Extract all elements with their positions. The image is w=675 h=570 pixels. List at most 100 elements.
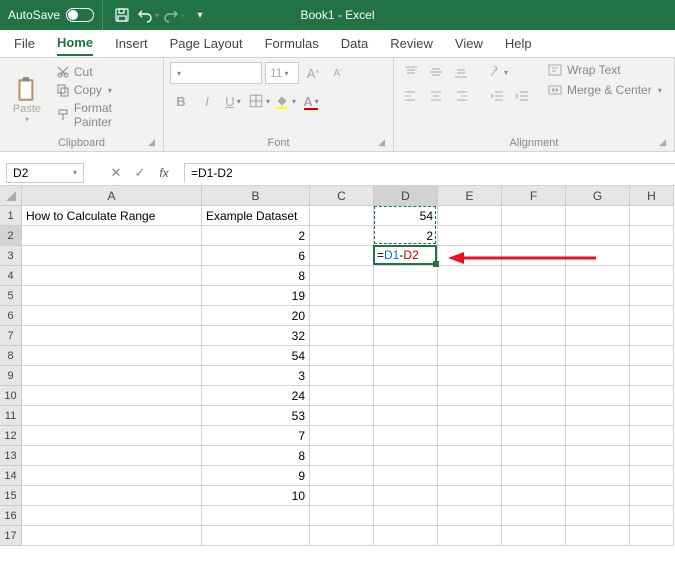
cell-G6[interactable]	[566, 306, 630, 326]
insert-function-button[interactable]: fx	[152, 163, 176, 183]
cell-B3[interactable]: 6	[202, 246, 310, 266]
row-header-14[interactable]: 14	[0, 466, 22, 486]
tab-formulas[interactable]: Formulas	[265, 32, 319, 55]
cell-F3[interactable]	[502, 246, 566, 266]
cell-C14[interactable]	[310, 466, 374, 486]
row-header-7[interactable]: 7	[0, 326, 22, 346]
tab-file[interactable]: File	[14, 32, 35, 55]
undo-icon[interactable]: ▾	[137, 4, 159, 26]
cell-F4[interactable]	[502, 266, 566, 286]
cell-G13[interactable]	[566, 446, 630, 466]
align-top-button[interactable]	[400, 62, 422, 82]
fill-color-button[interactable]: ▾	[274, 90, 296, 112]
bold-button[interactable]: B	[170, 90, 192, 112]
cell-C2[interactable]	[310, 226, 374, 246]
cell-D6[interactable]	[374, 306, 438, 326]
cell-E6[interactable]	[438, 306, 502, 326]
cell-C13[interactable]	[310, 446, 374, 466]
cell-C4[interactable]	[310, 266, 374, 286]
cell-F8[interactable]	[502, 346, 566, 366]
select-all-corner[interactable]	[0, 186, 22, 206]
cell-B2[interactable]: 2	[202, 226, 310, 246]
cell-F5[interactable]	[502, 286, 566, 306]
cell-A7[interactable]	[22, 326, 202, 346]
cell-D14[interactable]	[374, 466, 438, 486]
cell-D1[interactable]: 54	[374, 206, 438, 226]
cell-E5[interactable]	[438, 286, 502, 306]
cell-B10[interactable]: 24	[202, 386, 310, 406]
decrease-indent-button[interactable]	[486, 86, 508, 106]
cell-H1[interactable]	[630, 206, 674, 226]
cell-D13[interactable]	[374, 446, 438, 466]
row-header-17[interactable]: 17	[0, 526, 22, 546]
column-header-H[interactable]: H	[630, 186, 674, 206]
cell-G5[interactable]	[566, 286, 630, 306]
cell-C10[interactable]	[310, 386, 374, 406]
cell-H6[interactable]	[630, 306, 674, 326]
tab-view[interactable]: View	[455, 32, 483, 55]
column-header-B[interactable]: B	[202, 186, 310, 206]
cell-H2[interactable]	[630, 226, 674, 246]
cell-C3[interactable]	[310, 246, 374, 266]
cell-H4[interactable]	[630, 266, 674, 286]
cell-H13[interactable]	[630, 446, 674, 466]
cell-A8[interactable]	[22, 346, 202, 366]
cell-A16[interactable]	[22, 506, 202, 526]
align-center-button[interactable]	[425, 86, 447, 106]
cell-G16[interactable]	[566, 506, 630, 526]
cell-G11[interactable]	[566, 406, 630, 426]
cell-E1[interactable]	[438, 206, 502, 226]
cancel-button[interactable]: ✕	[104, 163, 128, 183]
cell-E8[interactable]	[438, 346, 502, 366]
cell-F10[interactable]	[502, 386, 566, 406]
cell-H17[interactable]	[630, 526, 674, 546]
cell-C1[interactable]	[310, 206, 374, 226]
row-header-13[interactable]: 13	[0, 446, 22, 466]
row-header-11[interactable]: 11	[0, 406, 22, 426]
cut-button[interactable]: Cut	[52, 64, 157, 80]
cell-A12[interactable]	[22, 426, 202, 446]
align-middle-button[interactable]	[425, 62, 447, 82]
cell-G17[interactable]	[566, 526, 630, 546]
cell-B15[interactable]: 10	[202, 486, 310, 506]
dialog-launcher-icon[interactable]: ◢	[378, 137, 385, 148]
paste-button[interactable]: Paste ▾	[6, 62, 48, 136]
cell-F11[interactable]	[502, 406, 566, 426]
cell-H3[interactable]	[630, 246, 674, 266]
row-header-1[interactable]: 1	[0, 206, 22, 226]
align-left-button[interactable]	[400, 86, 422, 106]
cell-G8[interactable]	[566, 346, 630, 366]
autosave-toggle[interactable]: AutoSave	[0, 0, 103, 30]
cell-C6[interactable]	[310, 306, 374, 326]
row-header-10[interactable]: 10	[0, 386, 22, 406]
cell-A1[interactable]: How to Calculate Range	[22, 206, 202, 226]
column-header-E[interactable]: E	[438, 186, 502, 206]
formula-bar[interactable]: =D1-D2	[184, 163, 675, 183]
cell-A3[interactable]	[22, 246, 202, 266]
cell-D17[interactable]	[374, 526, 438, 546]
cell-D11[interactable]	[374, 406, 438, 426]
decrease-font-button[interactable]: Aˇ	[327, 62, 349, 84]
cell-D10[interactable]	[374, 386, 438, 406]
column-header-G[interactable]: G	[566, 186, 630, 206]
cell-A9[interactable]	[22, 366, 202, 386]
increase-font-button[interactable]: A^	[302, 62, 324, 84]
cell-A13[interactable]	[22, 446, 202, 466]
cell-A2[interactable]	[22, 226, 202, 246]
cell-E10[interactable]	[438, 386, 502, 406]
format-painter-button[interactable]: Format Painter	[52, 100, 157, 130]
enter-button[interactable]: ✓	[128, 163, 152, 183]
cell-A17[interactable]	[22, 526, 202, 546]
cell-G9[interactable]	[566, 366, 630, 386]
cell-G4[interactable]	[566, 266, 630, 286]
cell-A11[interactable]	[22, 406, 202, 426]
cell-F15[interactable]	[502, 486, 566, 506]
cell-C5[interactable]	[310, 286, 374, 306]
cell-F14[interactable]	[502, 466, 566, 486]
row-header-16[interactable]: 16	[0, 506, 22, 526]
cell-E17[interactable]	[438, 526, 502, 546]
name-box[interactable]: D2▾	[6, 163, 84, 183]
row-header-15[interactable]: 15	[0, 486, 22, 506]
cell-G10[interactable]	[566, 386, 630, 406]
row-header-6[interactable]: 6	[0, 306, 22, 326]
